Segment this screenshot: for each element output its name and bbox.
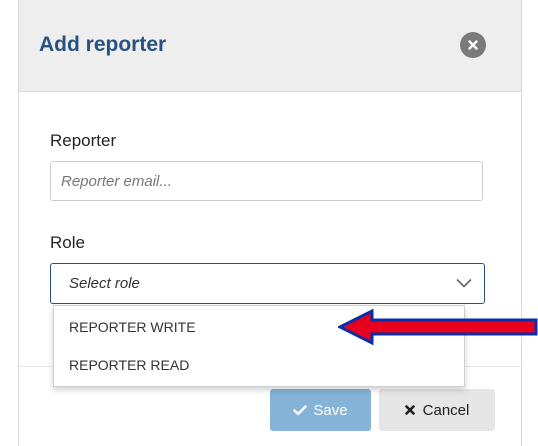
cancel-button[interactable]: Cancel (379, 389, 495, 431)
dialog-header: Add reporter (19, 0, 521, 92)
role-label: Role (50, 233, 85, 252)
close-icon (468, 40, 478, 50)
cancel-button-label: Cancel (422, 401, 470, 419)
red-arrow-icon (338, 308, 538, 346)
check-icon (293, 404, 308, 415)
save-button[interactable]: Save (270, 389, 371, 431)
dialog-title: Add reporter (39, 33, 167, 56)
role-select-value: Select role (69, 275, 140, 292)
save-button-label: Save (313, 401, 348, 419)
role-option-reporter-read[interactable]: REPORTER READ (54, 347, 464, 383)
add-reporter-dialog: Add reporter Reporter Role Select role R… (18, 0, 522, 446)
role-select[interactable]: Select role (50, 263, 485, 304)
chevron-down-icon (456, 278, 472, 288)
close-button[interactable] (460, 32, 486, 58)
x-icon (404, 405, 415, 415)
reporter-email-input[interactable] (50, 161, 483, 201)
reporter-label: Reporter (50, 131, 117, 150)
